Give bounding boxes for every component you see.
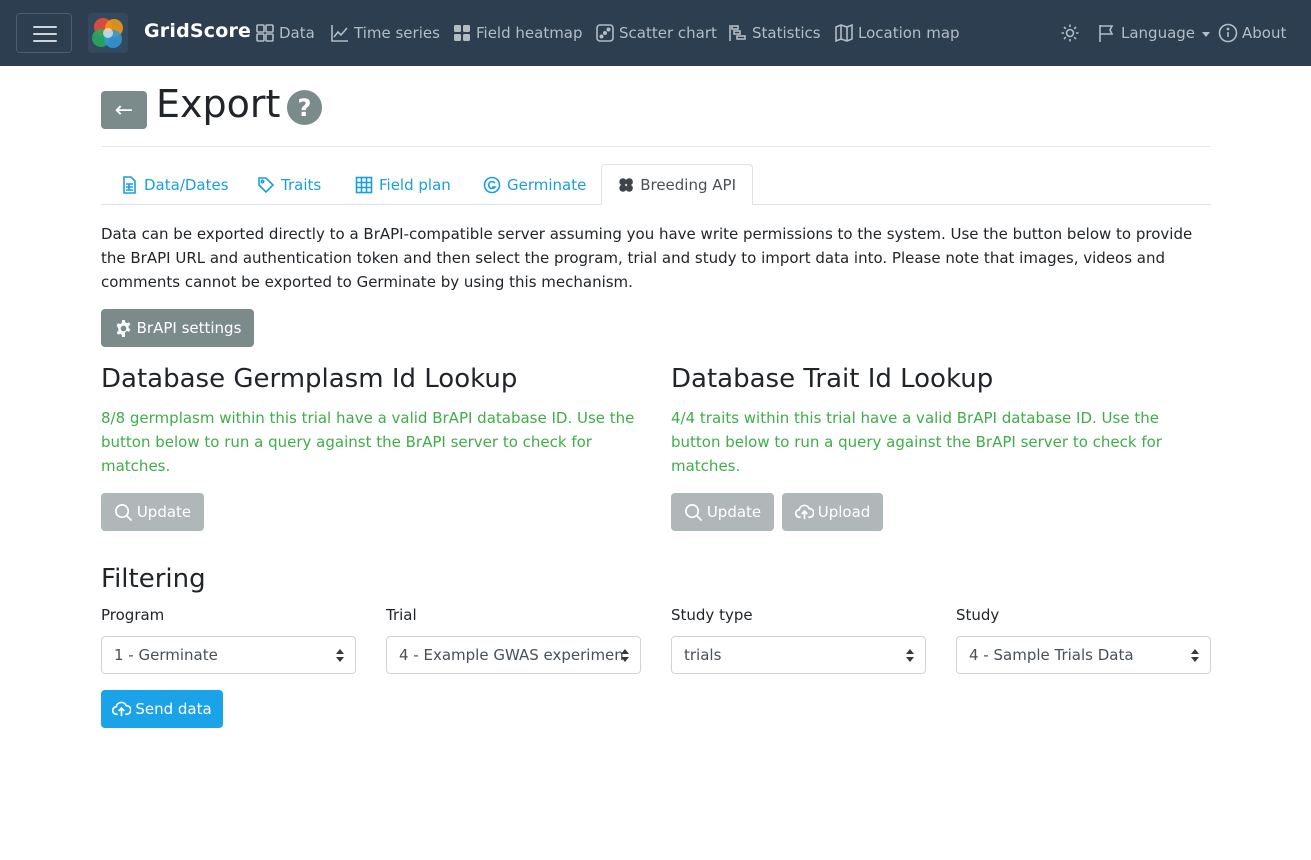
gridscore-logo[interactable] [88,13,128,53]
germplasm-status-text: 8/8 germplasm within this trial have a v… [101,409,635,475]
tab-data-dates[interactable]: Data/Dates [104,164,245,205]
gear-icon [116,319,130,337]
trait-lookup-title: Database Trait Id Lookup [671,364,994,394]
select-arrows-icon [336,649,344,663]
send-data-label: Send data [135,700,212,718]
export-description: Data can be exported directly to a BrAPI… [101,225,1193,291]
info-circle-icon [1218,23,1238,43]
table-icon [355,176,373,193]
nav-scatter-chart-label: Scatter chart [619,24,717,42]
language-dropdown[interactable]: Language [1097,21,1211,45]
search-icon [684,503,703,521]
select-arrows-icon [621,649,629,663]
trait-upload-button[interactable]: Upload [782,493,883,531]
study-select-value: 4 - Sample Trials Data [969,646,1134,664]
tab-germinate[interactable]: Germinate [467,164,602,205]
study-type-select[interactable]: trials [671,636,926,674]
germplasm-update-button[interactable]: Update [101,493,204,531]
brapi-icon [619,177,633,192]
trial-label: Trial [386,606,417,624]
map-icon [835,23,853,43]
tab-traits[interactable]: Traits [241,164,337,205]
germinate-icon [483,176,501,193]
cloud-upload-icon [112,701,132,716]
file-spreadsheet-icon [123,175,136,194]
caret-down-icon [1202,31,1211,37]
sun-icon [1061,24,1079,42]
trial-select-value: 4 - Example GWAS experimen [399,646,624,664]
tab-traits-label: Traits [281,175,322,194]
language-label: Language [1121,24,1196,42]
nav-data-label: Data [279,24,315,42]
send-data-button[interactable]: Send data [101,690,223,728]
header-divider [101,146,1211,147]
trait-update-label: Update [706,503,762,521]
dice-icon [596,24,614,42]
nav-scatter-chart[interactable]: Scatter chart [595,21,717,45]
nav-location-map[interactable]: Location map [834,21,960,45]
trial-select[interactable]: 4 - Example GWAS experimen [386,636,641,674]
study-type-select-value: trials [684,646,722,664]
line-chart-icon [331,25,348,42]
tab-breeding-api-label: Breeding API [640,175,736,194]
study-type-label: Study type [671,606,753,624]
cloud-upload-icon [794,504,814,519]
tab-breeding-api[interactable]: Breeding API [601,164,753,205]
study-label: Study [956,606,1000,624]
tab-data-dates-label: Data/Dates [144,175,229,194]
app-brand[interactable]: GridScore [144,20,251,42]
germplasm-lookup-title: Database Germplasm Id Lookup [101,364,518,394]
filtering-title: Filtering [101,564,206,594]
bar-chart-steps-icon [729,25,746,41]
help-icon[interactable]: ? [287,90,322,125]
menu-toggle-button[interactable] [16,13,72,53]
tab-germinate-label: Germinate [507,175,587,194]
top-navbar: GridScore Data Time series Field heatmap… [0,0,1311,66]
theme-toggle[interactable] [1060,21,1080,45]
select-arrows-icon [906,649,914,663]
nav-statistics[interactable]: Statistics [728,21,821,45]
flag-icon [1099,25,1114,42]
back-button[interactable]: ← [101,91,147,129]
program-select-value: 1 - Germinate [114,646,218,664]
trait-upload-label: Upload [817,503,871,521]
tab-field-plan[interactable]: Field plan [339,164,467,205]
study-select[interactable]: 4 - Sample Trials Data [956,636,1211,674]
nav-statistics-label: Statistics [752,24,821,42]
brapi-settings-label: BrAPI settings [136,319,242,337]
trait-update-button[interactable]: Update [671,493,774,531]
nav-field-heatmap[interactable]: Field heatmap [452,21,583,45]
select-arrows-icon [1191,649,1199,663]
program-select[interactable]: 1 - Germinate [101,636,356,674]
nav-time-series[interactable]: Time series [330,21,440,45]
grid-check-icon [256,24,274,42]
tab-field-plan-label: Field plan [379,175,451,194]
nav-field-heatmap-label: Field heatmap [476,24,583,42]
nav-time-series-label: Time series [354,24,440,42]
trait-status-text: 4/4 traits within this trial have a vali… [671,409,1162,475]
tags-icon [258,176,275,193]
program-label: Program [101,606,165,624]
nav-data[interactable]: Data [255,21,315,45]
grid-icon [454,25,470,41]
brapi-settings-button[interactable]: BrAPI settings [101,309,254,347]
search-icon [114,503,133,521]
germplasm-update-label: Update [136,503,192,521]
about-label: About [1242,24,1287,42]
about-link[interactable]: About [1218,21,1286,45]
nav-location-map-label: Location map [858,24,960,42]
page-title: Export [156,82,281,126]
